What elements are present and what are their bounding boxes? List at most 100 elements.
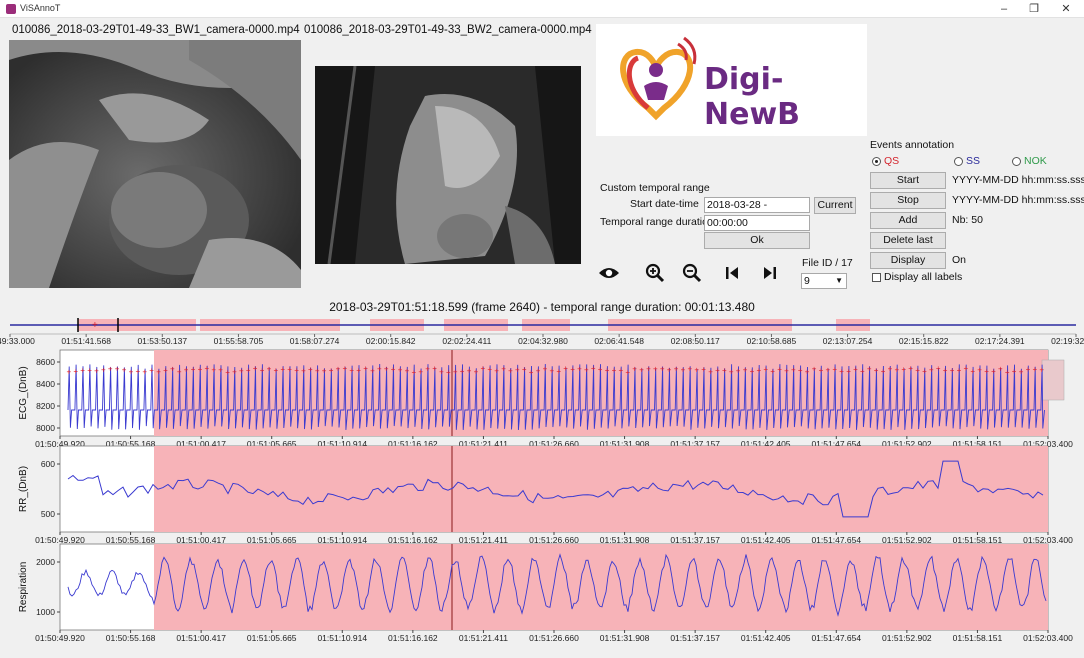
minimize-button[interactable]: – — [990, 0, 1018, 18]
next-icon[interactable] — [757, 260, 783, 286]
duration-label: Temporal range duration — [600, 216, 714, 228]
resp-xtick-label: 01:51:10.914 — [317, 633, 367, 643]
rr-xtick-label: 01:51:58.151 — [953, 535, 1003, 545]
start-datetime-input[interactable]: 2018-03-28 - 21:49:33 — [704, 197, 810, 225]
ecg-r-peak-marker: + — [94, 366, 99, 375]
event-add-button[interactable]: Add — [870, 212, 946, 229]
ecg-r-peak-marker: + — [584, 365, 589, 374]
maximize-button[interactable]: ❐ — [1020, 0, 1048, 18]
video-2-player[interactable] — [315, 66, 581, 264]
ecg-r-peak-marker: + — [253, 364, 258, 373]
ecg-r-peak-marker: + — [556, 367, 561, 376]
ecg-r-peak-marker: + — [246, 366, 251, 375]
ecg-r-peak-marker: + — [550, 367, 555, 376]
timeline-title: 2018-03-29T01:51:18.599 (frame 2640) - t… — [329, 300, 755, 314]
ecg-r-peak-marker: + — [370, 366, 375, 375]
ecg-r-peak-marker: + — [901, 365, 906, 374]
ecg-r-peak-marker: + — [694, 366, 699, 375]
ecg-r-peak-marker: + — [487, 365, 492, 374]
ecg-r-peak-marker: + — [715, 366, 720, 375]
ecg-r-peak-marker: + — [770, 367, 775, 376]
ecg-r-peak-marker: + — [943, 366, 948, 375]
ecg-r-peak-marker: + — [743, 365, 748, 374]
zoom-in-icon[interactable] — [642, 260, 668, 286]
ecg-r-peak-marker: + — [791, 366, 796, 375]
timeline-tick-label: 02:13:07.254 — [823, 336, 873, 346]
ecg-r-peak-marker: + — [170, 364, 175, 373]
ecg-r-peak-marker: + — [453, 367, 458, 376]
video-1-player[interactable] — [9, 40, 301, 288]
label-radio-nok[interactable] — [1012, 157, 1021, 166]
ecg-r-peak-marker: + — [391, 365, 396, 374]
ok-button[interactable]: Ok — [704, 232, 810, 249]
ecg-r-peak-marker: + — [205, 364, 210, 373]
rr-xtick-label: 01:51:52.902 — [882, 535, 932, 545]
ecg-r-peak-marker: + — [301, 366, 306, 375]
ecg-r-peak-marker: + — [336, 364, 341, 373]
ecg-r-peak-marker: + — [632, 364, 637, 373]
ecg-r-peak-marker: + — [798, 366, 803, 375]
ecg-r-peak-marker: + — [536, 366, 541, 375]
eye-icon[interactable] — [596, 260, 622, 286]
current-button[interactable]: Current — [814, 197, 856, 214]
event-count: Nb: 50 — [952, 214, 983, 226]
ecg-r-peak-marker: + — [936, 364, 941, 373]
event-stop-value: YYYY-MM-DD hh:mm:ss.sss — [952, 194, 1084, 206]
close-button[interactable]: ✕ — [1052, 0, 1080, 18]
ecg-r-peak-marker: + — [225, 368, 230, 377]
resp-annotation-region — [154, 544, 1048, 630]
ecg-r-peak-marker: + — [494, 366, 499, 375]
rr-xtick-label: 01:52:03.400 — [1023, 535, 1073, 545]
ecg-r-peak-marker: + — [211, 365, 216, 374]
ecg-r-peak-marker: + — [660, 365, 665, 374]
resp-xtick-label: 01:51:05.665 — [247, 633, 297, 643]
ecg-r-peak-marker: + — [343, 364, 348, 373]
ecg-ytick-label: 8200 — [36, 401, 55, 411]
signal-plots[interactable]: +01:49:33.000 01:51:41.568 01:53:50.137 01:… — [0, 316, 1084, 658]
event-start-value: YYYY-MM-DD hh:mm:ss.sss — [952, 174, 1084, 186]
ecg-r-peak-marker: + — [446, 368, 451, 377]
label-radio-qs[interactable] — [872, 157, 881, 166]
resp-xtick-label: 01:51:31.908 — [600, 633, 650, 643]
ecg-r-peak-marker: + — [67, 367, 72, 376]
ecg-r-peak-marker: + — [867, 364, 872, 373]
ecg-r-peak-marker: + — [136, 367, 141, 376]
timeline-tick-label: 02:15:15.822 — [899, 336, 949, 346]
zoom-out-icon[interactable] — [679, 260, 705, 286]
timeline-tick-label: 02:19:32.960 — [1051, 336, 1084, 346]
ecg-r-peak-marker: + — [287, 365, 292, 374]
ecg-r-peak-marker: + — [439, 367, 444, 376]
ecg-r-peak-marker: + — [777, 365, 782, 374]
label-qs: QS — [884, 155, 900, 167]
ecg-r-peak-marker: + — [191, 365, 196, 374]
start-datetime-label: Start date-time — [630, 198, 699, 210]
ecg-r-peak-marker: + — [543, 365, 548, 374]
resp-xtick-label: 01:51:42.405 — [741, 633, 791, 643]
duration-input[interactable]: 00:00:00 — [704, 215, 810, 231]
timeline-cursor: + — [92, 320, 98, 331]
file-id-select[interactable]: 9 ▼ — [801, 273, 847, 289]
resp-xtick-label: 01:51:37.157 — [670, 633, 720, 643]
rr-xtick-label: 01:51:37.157 — [670, 535, 720, 545]
chevron-down-icon: ▼ — [835, 276, 843, 285]
logo-panel: Digi-NewB — [596, 24, 867, 136]
rr-xtick-label: 01:50:49.920 — [35, 535, 85, 545]
timeline-tick-label: 02:02:24.411 — [442, 336, 491, 346]
label-radio-ss[interactable] — [954, 157, 963, 166]
previous-icon[interactable] — [719, 260, 745, 286]
rr-xtick-label: 01:51:42.405 — [741, 535, 791, 545]
resp-xtick-label: 01:51:58.151 — [953, 633, 1003, 643]
ecg-r-peak-marker: + — [115, 365, 120, 374]
display-all-checkbox[interactable] — [872, 273, 881, 282]
ecg-r-peak-marker: + — [763, 365, 768, 374]
ecg-r-peak-marker: + — [418, 367, 423, 376]
ecg-r-peak-marker: + — [1039, 366, 1044, 375]
ecg-r-peak-marker: + — [122, 366, 127, 375]
ecg-r-peak-marker: + — [218, 365, 223, 374]
event-display-button[interactable]: Display — [870, 252, 946, 269]
event-display-state: On — [952, 254, 967, 266]
event-start-button[interactable]: Start — [870, 172, 946, 189]
event-stop-button[interactable]: Stop — [870, 192, 946, 209]
timeline-tick-label: 02:00:15.842 — [366, 336, 416, 346]
event-delete-last-button[interactable]: Delete last — [870, 232, 946, 249]
